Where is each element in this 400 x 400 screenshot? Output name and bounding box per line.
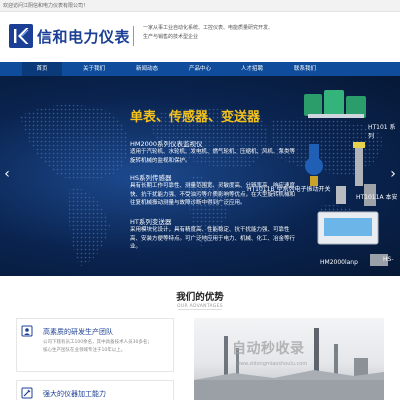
banner-title: 单表、传感器、变送器 — [130, 110, 261, 125]
hm-series-heading: HM2000系列仪表监视仪 — [130, 140, 203, 148]
hero-banner: ‹ › 单表、传感器、变送器 HM2000系列仪表监视仪 适用于汽轮机、水轮机、… — [0, 76, 400, 276]
advantages-divider — [178, 309, 222, 310]
welcome-bar: 欢迎访问江阴信和电力仪表有限公司！ — [0, 0, 400, 12]
welcome-text: 欢迎访问江阴信和电力仪表有限公司！ — [3, 3, 89, 9]
device-label-ht101: HT101 系列 — [368, 124, 396, 140]
logo-icon[interactable] — [9, 24, 33, 48]
header-slogan: 一家从事工业自动化系统、工控仪表、电能质量研究开发、 生产与销售的技术型企业 — [143, 24, 283, 42]
advantage-title-team: 高素质的研发生产团队 — [43, 328, 113, 336]
header-divider — [133, 26, 134, 46]
device-label-ht1011b: HT1011B 型系列电子振动开关 — [247, 186, 331, 193]
brand-name[interactable]: 信和电力仪表 — [37, 26, 130, 47]
nav-item-contact[interactable]: 联系我们 — [285, 62, 325, 76]
slogan-line-1: 一家从事工业自动化系统、工控仪表、电能质量研究开发、 — [143, 25, 274, 31]
factory-illustration — [194, 328, 384, 400]
factory-photo — [194, 318, 384, 400]
advantage-card-team[interactable]: 高素质的研发生产团队 公司下辖有员工100余名，其中具备技术人员30多名； 核心… — [16, 318, 174, 372]
advantage-desc-line-2: 核心生产团队在业领域专注于10年以上。 — [43, 348, 126, 353]
nav-item-home[interactable]: 首页 — [22, 62, 62, 76]
team-icon — [21, 325, 33, 337]
nav-item-products[interactable]: 产品中心 — [180, 62, 220, 76]
nav-item-about[interactable]: 关于我们 — [74, 62, 114, 76]
device-label-hs: HS- — [383, 256, 394, 263]
ht-series-desc: 采用模块化设计，具有精度高、性能稳定、抗干扰能力强、可靠性高、安装方便等特点。可… — [130, 227, 296, 250]
advantage-desc-line-1: 公司下辖有员工100余名，其中具备技术人员30多名； — [43, 340, 152, 345]
nav-item-careers[interactable]: 人才招聘 — [232, 62, 272, 76]
device-label-ht1011a: HT1011A 本安 — [356, 194, 398, 201]
hs-series-heading: HS系列传感器 — [130, 174, 172, 182]
advantages-title: 我们的优势 — [176, 292, 224, 303]
site-header: 信和电力仪表 一家从事工业自动化系统、工控仪表、电能质量研究开发、 生产与销售的… — [0, 12, 400, 62]
hm-series-desc: 适用于汽轮机、水轮机、发电机、燃气轮机、压缩机、风机、泵类等旋转机械的监视和保护… — [130, 149, 296, 164]
banner-prev-arrow[interactable]: ‹ — [2, 166, 12, 182]
watermark-text: 自动秒收录 — [232, 341, 305, 357]
advantage-card-processing[interactable]: 强大的仪器加工能力 — [16, 380, 174, 400]
advantage-title-processing: 强大的仪器加工能力 — [43, 390, 106, 398]
product-devices-graphic — [304, 90, 388, 266]
ht-series-heading: HT系列变送器 — [130, 218, 172, 226]
advantage-desc-team: 公司下辖有员工100余名，其中具备技术人员30多名； 核心生产团队在业领域专注于… — [43, 339, 171, 355]
watermark-url: www.zidongmiaoshoulu.com — [236, 361, 308, 367]
main-nav: 首页 关于我们 新闻动态 产品中心 人才招聘 联系我们 — [0, 62, 400, 76]
device-label-hm2000: HM2000lanp — [320, 259, 358, 266]
slogan-line-2: 生产与销售的技术型企业 — [143, 34, 199, 40]
nav-item-news[interactable]: 新闻动态 — [127, 62, 167, 76]
tools-icon — [21, 387, 33, 399]
